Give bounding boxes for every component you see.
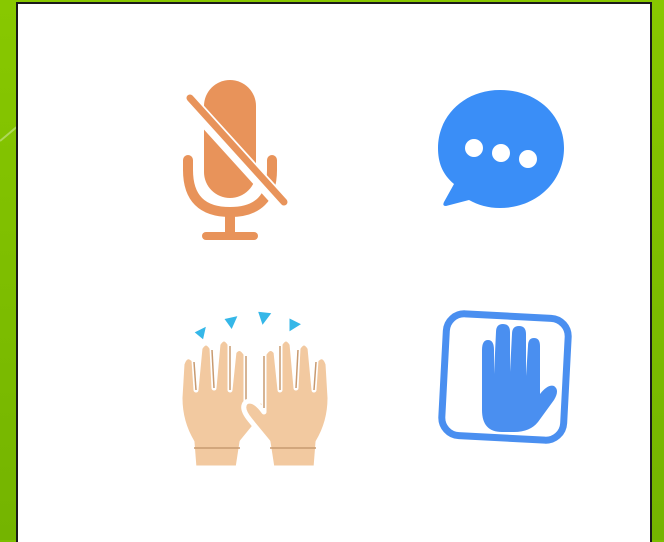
raise-hand-icon [436,310,582,450]
chat-bubble-icon [432,84,572,214]
slide-background [0,0,664,542]
muted-microphone-icon [168,78,288,248]
content-card [16,2,652,542]
raising-hands-emoji-icon [164,302,346,472]
